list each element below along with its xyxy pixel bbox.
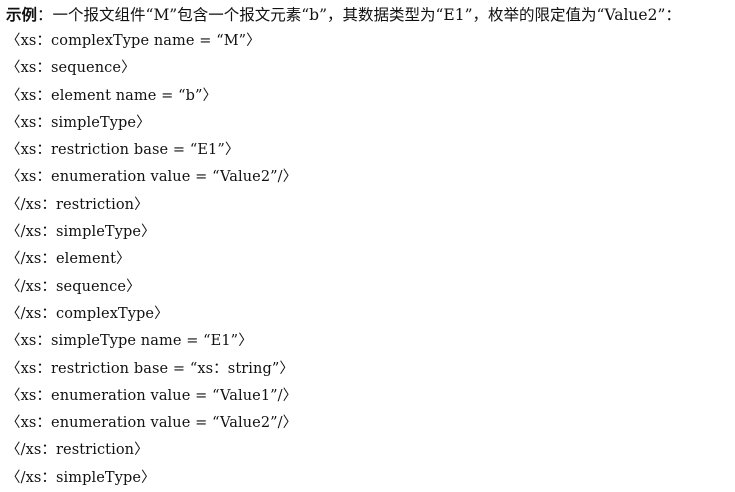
code-line: 〈/xs：restriction〉 [6,442,149,459]
example-description: ：一个报文组件“M”包含一个报文元素“b”，其数据类型为“E1”，枚举的限定值为… [37,6,681,24]
code-line: 〈xs：complexType name = “M”〉 [6,33,261,49]
code-line: 〈/xs：simpleType〉 [6,224,156,241]
code-line: 〈xs：sequence〉 [6,60,136,77]
code-line: 〈xs：simpleType name = “E1”〉 [6,333,253,350]
code-line: 〈xs：enumeration value = “Value1”/〉 [6,387,298,404]
code-line: 〈xs：enumeration value = “Value2”/〉 [6,415,298,432]
code-line: 〈xs：enumeration value = “Value2”/〉 [6,169,298,186]
code-line: 〈xs：restriction base = “E1”〉 [6,142,240,159]
xml-schema-code-block: 〈xs：complexType name = “M”〉 〈xs：sequence… [6,28,297,492]
document-page: 示例：一个报文组件“M”包含一个报文元素“b”，其数据类型为“E1”，枚举的限定… [6,0,731,488]
code-line: 〈/xs：restriction〉 [6,196,149,213]
code-line: 〈/xs：element〉 [6,251,131,268]
code-line: 〈xs：restriction base = “xs：string”〉 [6,360,294,377]
example-label: 示例 [6,5,38,24]
code-line: 〈xs：simpleType〉 [6,114,151,131]
code-line: 〈xs：element name = “b”〉 [6,87,218,104]
example-heading: 示例：一个报文组件“M”包含一个报文元素“b”，其数据类型为“E1”，枚举的限定… [6,4,681,26]
code-line: 〈/xs：complexType〉 [6,305,169,322]
code-line: 〈/xs：sequence〉 [6,278,141,295]
